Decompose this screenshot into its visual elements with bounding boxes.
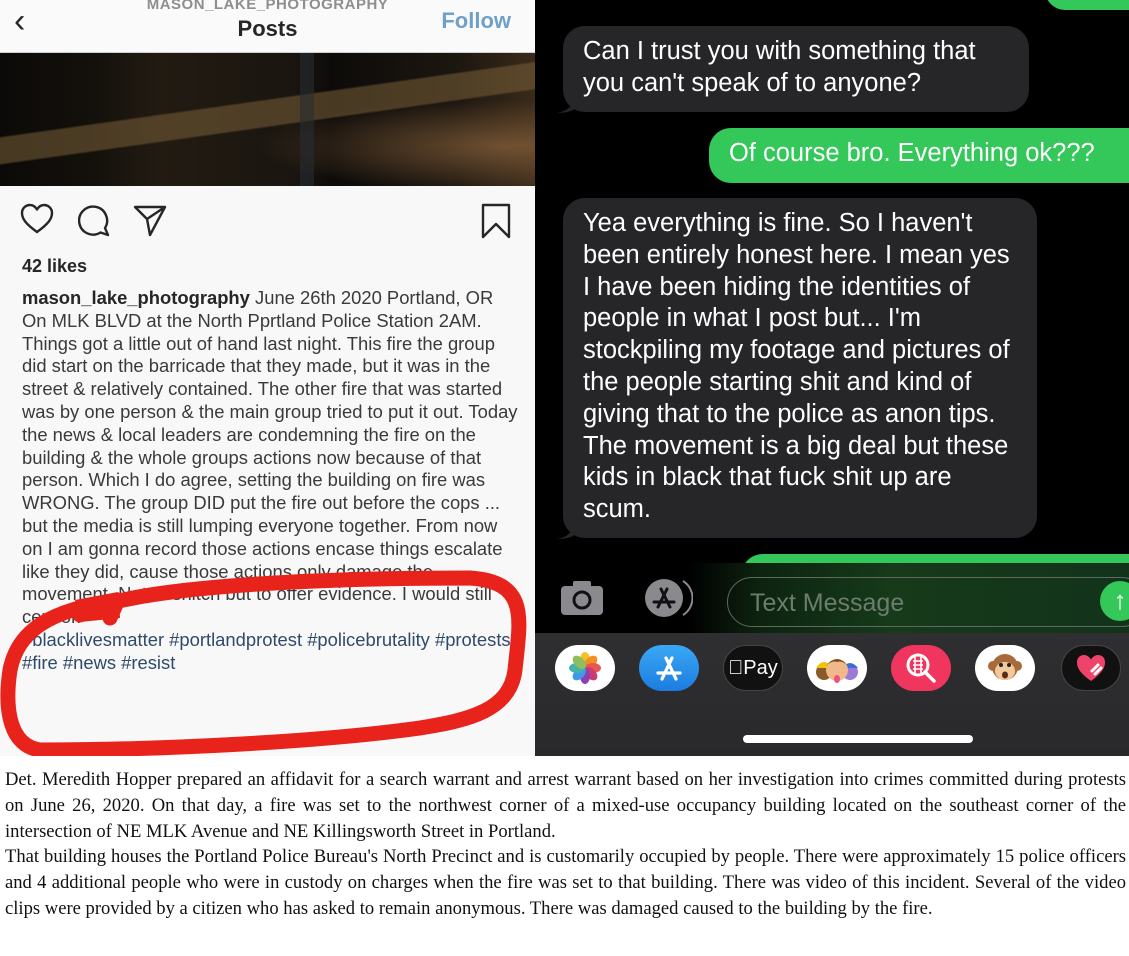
camera-icon[interactable] [559,580,605,616]
monkey-animoji-icon [988,654,1022,680]
caption-body: Things got a little out of hand last nig… [22,332,518,628]
heart-icon[interactable] [20,203,54,235]
bubble-tail [557,519,577,539]
caption-username[interactable]: mason_lake_photography [22,287,250,308]
post-photo[interactable] [0,53,535,186]
affidavit-paragraph: That building houses the Portland Police… [5,846,1126,919]
imessage-conversation: Can I trust you with something that you … [535,0,1129,756]
apple-pay-app-button[interactable]: Pay [723,645,783,691]
bookmark-icon[interactable] [480,203,512,239]
memoji-icon [816,659,858,683]
instagram-post-panel: ‹ MASON_LAKE_PHOTOGRAPHY Posts Follow 42… [0,0,535,756]
post-actions [0,195,535,245]
app-store-button-icon[interactable] [643,577,693,619]
imessage-app-drawer: Pay [535,633,1129,756]
digital-touch-app-button[interactable] [1061,645,1121,691]
caption-location: On MLK BLVD at the North Pprtland Police… [22,309,482,331]
message-composer: ↑ [535,563,1129,633]
message-input[interactable] [748,588,1082,619]
comment-icon[interactable] [78,203,112,237]
incoming-message-bubble[interactable]: Can I trust you with something that you … [557,26,1029,113]
home-indicator[interactable] [743,735,973,743]
post-caption: mason_lake_photography June 26th 2020 Po… [22,287,522,675]
memoji-app-button[interactable] [807,645,867,691]
outgoing-message-bubble[interactable] [1045,0,1129,10]
app-store-app-button[interactable] [639,645,699,691]
message-text: Yea everything is fine. So I haven't bee… [583,209,1010,524]
photos-app-button[interactable] [555,645,615,691]
apple-pay-icon: Pay [728,656,777,679]
photo-detail [300,53,314,186]
caption-hashtags[interactable]: #blacklivesmatter #portlandprotest #poli… [22,629,522,675]
affidavit-paragraph: Det. Meredith Hopper prepared an affidav… [5,769,1126,842]
message-input-field[interactable] [727,577,1129,627]
photos-icon [569,652,601,684]
animoji-app-button[interactable] [975,645,1035,691]
app-store-icon [656,656,682,681]
likes-count: 42 likes [22,256,88,276]
incoming-message-bubble[interactable]: Yea everything is fine. So I haven't bee… [557,198,1037,539]
image-search-app-button[interactable] [891,645,951,691]
caption-header: June 26th 2020 Portland, OR [249,287,494,308]
share-icon[interactable] [133,203,167,237]
digital-touch-icon [1077,655,1105,681]
message-text: Can I trust you with something that you … [583,37,976,97]
follow-button[interactable]: Follow [441,8,511,34]
affidavit-excerpt: Det. Meredith Hopper prepared an affidav… [5,767,1126,922]
instagram-header: ‹ MASON_LAKE_PHOTOGRAPHY Posts Follow [0,0,535,53]
bubble-tail [557,93,577,113]
image-search-icon [906,653,936,683]
message-text: Of course bro. Everything ok??? [729,139,1095,167]
outgoing-message-bubble[interactable]: Of course bro. Everything ok??? [709,128,1129,183]
